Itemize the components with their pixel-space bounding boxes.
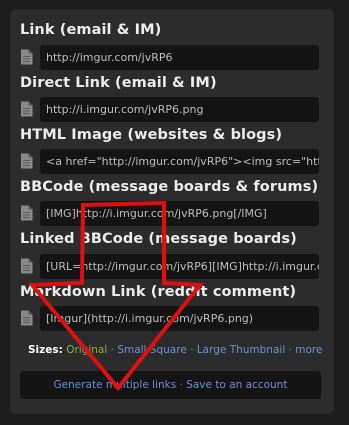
- html-image-label: HTML Image (websites & blogs): [20, 127, 283, 143]
- embed-codes-panel: Link (email & IM) http://imgur.com/jvRP6…: [10, 9, 334, 414]
- sizes-row: Sizes: Original · Small Square · Large T…: [28, 344, 322, 356]
- bbcode-url-input[interactable]: [IMG]http://i.imgur.com/jvRP6.png[/IMG]: [40, 201, 319, 226]
- direct-link-label: Direct Link (email & IM): [20, 75, 217, 91]
- link-field: http://imgur.com/jvRP6: [20, 45, 321, 70]
- link-url-input[interactable]: http://imgur.com/jvRP6: [40, 45, 319, 70]
- markdown-link-field: [Imgur](http://i.imgur.com/jvRP6.png): [20, 306, 321, 331]
- markdown-link-url-input[interactable]: [Imgur](http://i.imgur.com/jvRP6.png): [40, 306, 319, 331]
- html-image-url-text: <a href="http://imgur.com/jvRP6"><img sr…: [46, 155, 319, 168]
- bbcode-field: [IMG]http://i.imgur.com/jvRP6.png[/IMG]: [20, 201, 321, 226]
- direct-link-url-input[interactable]: http://i.imgur.com/jvRP6.png: [40, 97, 319, 122]
- link-url-text: http://imgur.com/jvRP6: [46, 51, 173, 64]
- sizes-label: Sizes:: [28, 344, 63, 356]
- link-label: Link (email & IM): [20, 22, 162, 38]
- document-icon[interactable]: [20, 153, 33, 169]
- html-image-url-input[interactable]: <a href="http://imgur.com/jvRP6"><img sr…: [40, 149, 319, 174]
- document-icon[interactable]: [20, 205, 33, 221]
- bbcode-url-text: [IMG]http://i.imgur.com/jvRP6.png[/IMG]: [46, 207, 267, 220]
- linked-bbcode-url-input[interactable]: [URL=http://imgur.com/jvRP6][IMG]http://…: [40, 254, 319, 279]
- linked-bbcode-label: Linked BBCode (message boards): [20, 231, 297, 247]
- document-icon[interactable]: [20, 258, 33, 274]
- footer-actions: Generate multiple links · Save to an acc…: [20, 371, 321, 399]
- document-icon[interactable]: [20, 101, 33, 117]
- save-to-account-link[interactable]: Save to an account: [186, 379, 287, 391]
- markdown-link-url-text: [Imgur](http://i.imgur.com/jvRP6.png): [46, 312, 254, 325]
- generate-multiple-links-link[interactable]: Generate multiple links: [54, 379, 177, 391]
- separator: ·: [288, 344, 292, 356]
- separator: ·: [179, 379, 183, 391]
- size-more-link[interactable]: more: [295, 344, 322, 356]
- size-original-link[interactable]: Original: [66, 344, 107, 356]
- document-icon[interactable]: [20, 310, 33, 326]
- direct-link-field: http://i.imgur.com/jvRP6.png: [20, 97, 321, 122]
- markdown-link-label: Markdown Link (reddit comment): [20, 284, 297, 300]
- direct-link-url-text: http://i.imgur.com/jvRP6.png: [46, 103, 204, 116]
- size-large-thumbnail-link[interactable]: Large Thumbnail: [197, 344, 285, 356]
- linked-bbcode-field: [URL=http://imgur.com/jvRP6][IMG]http://…: [20, 254, 321, 279]
- document-icon[interactable]: [20, 49, 33, 65]
- bbcode-label: BBCode (message boards & forums): [20, 179, 319, 195]
- separator: ·: [110, 344, 114, 356]
- separator: ·: [190, 344, 194, 356]
- html-image-field: <a href="http://imgur.com/jvRP6"><img sr…: [20, 149, 321, 174]
- linked-bbcode-url-text: [URL=http://imgur.com/jvRP6][IMG]http://…: [46, 260, 319, 273]
- size-small-square-link[interactable]: Small Square: [117, 344, 186, 356]
